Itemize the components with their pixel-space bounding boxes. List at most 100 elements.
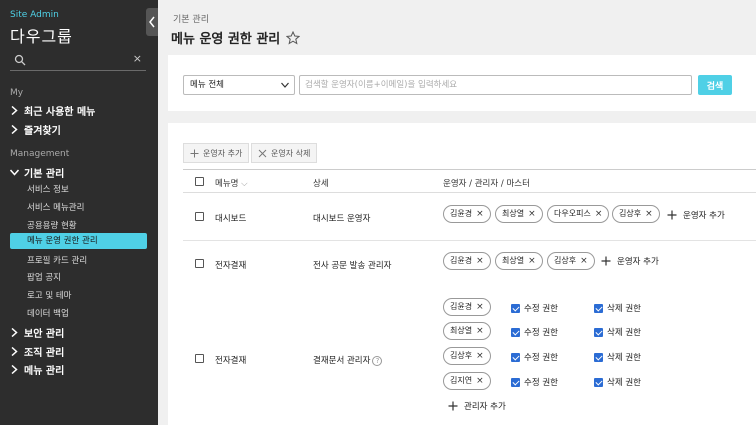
add-link-label: 관리자 추가	[464, 402, 506, 412]
delete-permission-toggle[interactable]: 삭제 권한	[594, 302, 641, 314]
edit-permission-toggle[interactable]: 수정 권한	[511, 351, 558, 363]
search-icon	[14, 54, 26, 66]
chip-label: 김지연	[450, 376, 473, 385]
chip-label: 김상후	[554, 256, 577, 265]
sidebar-item-popup-notice[interactable]: 팝업 공지	[27, 271, 61, 283]
edit-permission-toggle[interactable]: 수정 권한	[511, 302, 558, 314]
chevron-down-icon	[10, 169, 19, 176]
chip-label: 최상열	[502, 209, 525, 218]
delete-operator-button[interactable]: 운영자 삭제	[251, 143, 318, 163]
add-manager-link[interactable]: 관리자 추가	[448, 400, 506, 412]
sidebar-item-menu-permissions[interactable]: 메뉴 운영 권한 관리	[10, 233, 147, 249]
sidebar-item-profile-card[interactable]: 프로필 카드 관리	[27, 254, 87, 266]
chevron-left-icon	[149, 16, 155, 28]
add-operator-link[interactable]: 운영자 추가	[667, 209, 725, 221]
chip-remove-button[interactable]: ×	[595, 206, 603, 222]
chevron-right-icon	[11, 365, 18, 374]
chip-remove-button[interactable]: ×	[645, 206, 653, 222]
chip-remove-button[interactable]: ×	[476, 299, 484, 315]
sidebar-search-input[interactable]: ×	[10, 51, 146, 71]
plus-icon	[190, 149, 199, 157]
search-button[interactable]: 검색	[698, 75, 732, 95]
close-icon	[258, 149, 267, 157]
permission-label: 삭제 권한	[607, 378, 641, 388]
permission-label: 삭제 권한	[607, 353, 641, 363]
nav-recent-menus[interactable]: 최근 사용한 메뉴	[10, 103, 95, 118]
add-operator-link[interactable]: 운영자 추가	[601, 255, 659, 267]
sort-down-icon: ⌵	[241, 179, 248, 189]
row-detail: 대시보드 운영자	[313, 214, 371, 224]
chip-remove-button[interactable]: ×	[528, 253, 536, 269]
delete-permission-checkbox[interactable]	[594, 352, 603, 362]
delete-permission-checkbox[interactable]	[594, 377, 603, 387]
nav-org-management[interactable]: 조직 관리	[10, 344, 64, 359]
edit-permission-toggle[interactable]: 수정 권한	[511, 326, 558, 338]
brand-title: 다우그룹	[10, 27, 73, 46]
operator-chip: 김상후 ×	[547, 252, 595, 270]
breadcrumb[interactable]: 기본 관리	[173, 12, 209, 25]
nav-basic-management[interactable]: 기본 관리	[10, 165, 64, 180]
delete-permission-toggle[interactable]: 삭제 권한	[594, 326, 641, 338]
sidebar-item-logo-theme[interactable]: 로고 및 테마	[27, 289, 72, 301]
nav-label: 조직 관리	[24, 348, 65, 359]
operator-chip: 김상후 ×	[612, 205, 660, 223]
chip-label: 김상후	[619, 209, 642, 218]
add-operator-button[interactable]: 운영자 추가	[183, 143, 250, 163]
chip-label: 김윤경	[450, 256, 473, 265]
nav-favorites[interactable]: 즐겨찾기	[10, 122, 61, 137]
sidebar-item-data-backup[interactable]: 데이터 백업	[27, 307, 69, 319]
sidebar-collapse-button[interactable]	[146, 8, 158, 36]
add-link-label: 운영자 추가	[683, 211, 725, 221]
delete-permission-toggle[interactable]: 삭제 권한	[594, 376, 641, 388]
edit-permission-checkbox[interactable]	[511, 327, 520, 337]
chip-remove-button[interactable]: ×	[476, 253, 484, 269]
edit-permission-checkbox[interactable]	[511, 303, 520, 313]
chip-remove-button[interactable]: ×	[580, 253, 588, 269]
edit-permission-checkbox[interactable]	[511, 377, 520, 387]
sidebar-item-service-info[interactable]: 서비스 정보	[27, 183, 69, 195]
row-checkbox[interactable]	[195, 259, 204, 268]
chip-label: 다우오피스	[554, 209, 591, 218]
chip-remove-button[interactable]: ×	[476, 373, 484, 389]
sidebar-item-storage[interactable]: 공용용량 현황	[27, 219, 77, 231]
menu-select-value: 메뉴 전체	[190, 80, 224, 90]
edit-permission-toggle[interactable]: 수정 권한	[511, 376, 558, 388]
menu-select[interactable]: 메뉴 전체	[183, 75, 295, 95]
plus-icon	[667, 210, 677, 220]
row-checkbox[interactable]	[195, 212, 204, 221]
nav-menu-management[interactable]: 메뉴 관리	[10, 362, 64, 377]
row-menu-name: 대시보드	[215, 214, 247, 224]
manager-chip: 김윤경 ×	[443, 298, 491, 316]
clear-search-button[interactable]: ×	[133, 52, 142, 65]
nav-label: 기본 관리	[24, 169, 65, 180]
sidebar-item-service-menu[interactable]: 서비스 메뉴관리	[27, 201, 84, 213]
table-header: 메뉴명 ⌵ 상세 운영자 / 관리자 / 마스터	[183, 169, 756, 193]
chip-label: 김윤경	[450, 209, 473, 218]
nav-label: 최근 사용한 메뉴	[24, 107, 96, 118]
chip-label: 김상후	[450, 351, 473, 360]
column-header-label: 메뉴명	[215, 179, 239, 189]
chip-label: 최상열	[450, 326, 473, 335]
main-content: 기본 관리 메뉴 운영 권한 관리 메뉴 전체 검색할 운영자(이름+이메일)을…	[158, 0, 756, 425]
delete-permission-toggle[interactable]: 삭제 권한	[594, 351, 641, 363]
section-label-my: My	[10, 88, 24, 98]
chip-remove-button[interactable]: ×	[476, 206, 484, 222]
row-menu-name: 전자결재	[215, 261, 247, 271]
row-menu-name: 전자결재	[215, 356, 247, 366]
column-header-menu[interactable]: 메뉴명 ⌵	[215, 177, 248, 189]
column-header-operators: 운영자 / 관리자 / 마스터	[443, 179, 530, 189]
delete-permission-checkbox[interactable]	[594, 303, 603, 313]
chip-remove-button[interactable]: ×	[528, 206, 536, 222]
edit-permission-checkbox[interactable]	[511, 352, 520, 362]
chip-remove-button[interactable]: ×	[476, 323, 484, 339]
operator-search-input[interactable]: 검색할 운영자(이름+이메일)을 입력하세요	[299, 75, 692, 95]
select-all-checkbox[interactable]	[195, 177, 204, 186]
nav-security-management[interactable]: 보안 관리	[10, 325, 64, 340]
operator-chip: 김윤경 ×	[443, 205, 491, 223]
help-icon[interactable]: ?	[372, 356, 383, 366]
row-checkbox[interactable]	[195, 354, 204, 363]
delete-permission-checkbox[interactable]	[594, 327, 603, 337]
section-label-management: Management	[10, 149, 70, 159]
star-icon[interactable]	[286, 30, 301, 45]
chip-remove-button[interactable]: ×	[476, 348, 484, 364]
